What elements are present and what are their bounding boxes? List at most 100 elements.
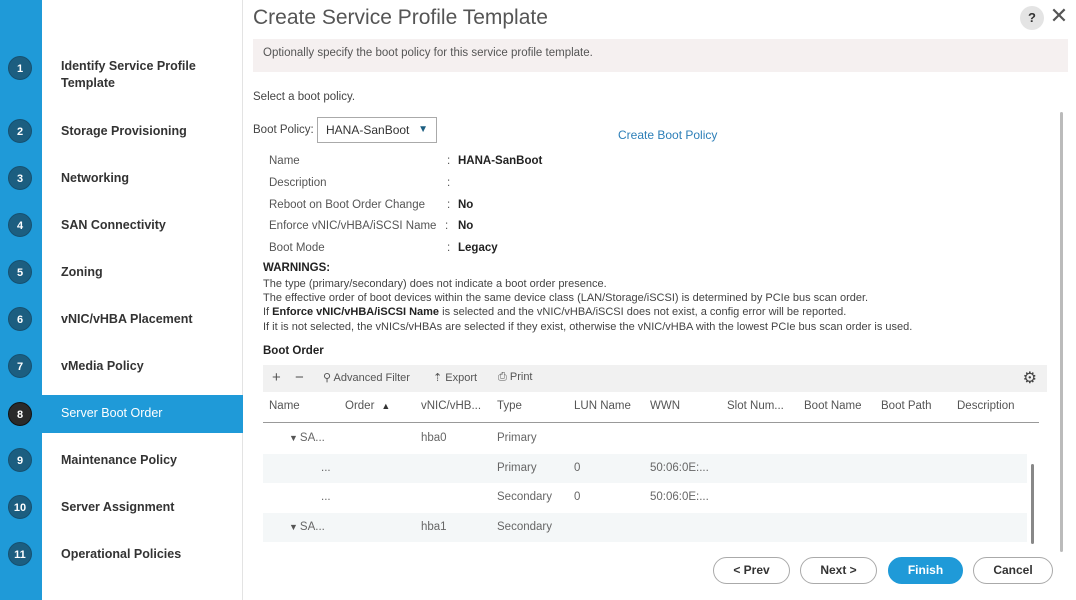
prop-boot-mode: Boot Mode : Legacy xyxy=(269,242,498,254)
export-icon: ⇡ xyxy=(433,372,443,384)
table-row[interactable]: ▼ SA... hba1 Secondary xyxy=(263,513,1027,542)
advanced-filter-button[interactable]: ⚲ Advanced Filter xyxy=(323,371,410,384)
create-boot-policy-link[interactable]: Create Boot Policy xyxy=(618,128,717,142)
step-number: 8 xyxy=(8,402,32,426)
step-operational-policies[interactable]: 11 Operational Policies xyxy=(8,535,243,573)
cell-name: ▼ SA... xyxy=(289,521,325,533)
grid-scrollbar[interactable] xyxy=(1031,464,1034,544)
step-number: 11 xyxy=(8,542,32,566)
gear-icon[interactable]: ⚙ xyxy=(1023,368,1037,388)
wizard-steps: 1 Identify Service Profile Template 2 St… xyxy=(8,0,243,600)
prop-value: No xyxy=(458,220,474,232)
warning-line: The type (primary/secondary) does not in… xyxy=(263,278,607,290)
sort-ascending-icon: ▲ xyxy=(381,401,391,411)
add-icon[interactable]: + xyxy=(272,369,281,386)
step-vmedia-policy[interactable]: 7 vMedia Policy xyxy=(8,347,243,385)
step-vnic-vhba-placement[interactable]: 6 vNIC/vHBA Placement xyxy=(8,300,243,338)
print-icon: ⎙ xyxy=(498,371,507,383)
finish-button[interactable]: Finish xyxy=(888,557,963,584)
prev-button[interactable]: < Prev xyxy=(713,557,790,584)
column-header[interactable]: Slot Num... xyxy=(727,400,784,412)
main-panel: Create Service Profile Template ? ✕ Opti… xyxy=(243,0,1076,600)
prop-value: Legacy xyxy=(458,242,498,254)
column-header[interactable]: Name xyxy=(269,400,300,412)
step-number: 5 xyxy=(8,260,32,284)
prop-description: Description : xyxy=(269,177,451,189)
prop-value: No xyxy=(458,199,474,211)
step-number: 9 xyxy=(8,448,32,472)
step-number: 7 xyxy=(8,354,32,378)
page-title: Create Service Profile Template xyxy=(253,6,548,29)
step-label: Storage Provisioning xyxy=(61,124,187,138)
step-maintenance-policy[interactable]: 9 Maintenance Policy xyxy=(8,441,243,479)
table-row[interactable]: ... Primary 0 50:06:0E:... xyxy=(263,454,1027,483)
expand-caret-icon[interactable]: ▼ xyxy=(289,433,298,443)
step-server-assignment[interactable]: 10 Server Assignment xyxy=(8,488,243,526)
step-zoning[interactable]: 5 Zoning xyxy=(8,253,243,291)
step-number: 1 xyxy=(8,56,32,80)
prop-key: Description xyxy=(269,177,327,189)
export-button[interactable]: ⇡ Export xyxy=(433,371,477,384)
prop-key: Enforce vNIC/vHBA/iSCSI Name xyxy=(269,220,437,232)
column-header[interactable]: WWN xyxy=(650,400,680,412)
select-prompt: Select a boot policy. xyxy=(253,91,356,103)
column-header[interactable]: Description xyxy=(957,400,1015,412)
prop-value: HANA-SanBoot xyxy=(458,155,543,167)
step-networking[interactable]: 3 Networking xyxy=(8,159,243,197)
step-label: Server Boot Order xyxy=(61,406,163,420)
boot-policy-value: HANA-SanBoot xyxy=(326,123,410,137)
column-header[interactable]: Boot Name xyxy=(804,400,862,412)
boot-order-title: Boot Order xyxy=(263,345,324,357)
boot-order-toolbar: + − ⚲ Advanced Filter ⇡ Export ⎙ Print ⚙ xyxy=(263,365,1047,392)
main-scrollbar[interactable] xyxy=(1060,112,1063,552)
cancel-button[interactable]: Cancel xyxy=(973,557,1053,584)
print-button[interactable]: ⎙ Print xyxy=(498,371,533,384)
step-san-connectivity[interactable]: 4 SAN Connectivity xyxy=(8,206,243,244)
prop-name: Name : HANA-SanBoot xyxy=(269,155,543,167)
step-label: Maintenance Policy xyxy=(61,453,178,467)
column-header-order[interactable]: Order ▲ xyxy=(345,400,390,412)
cell-name: ... xyxy=(321,462,331,474)
step-storage-provisioning[interactable]: 2 Storage Provisioning xyxy=(8,112,243,150)
step-identify-template[interactable]: 1 Identify Service Profile Template xyxy=(8,48,243,90)
column-header[interactable]: vNIC/vHB... xyxy=(421,400,481,412)
warning-line: The effective order of boot devices with… xyxy=(263,292,869,304)
info-banner: Optionally specify the boot policy for t… xyxy=(253,39,1068,72)
cell-vnic: hba0 xyxy=(421,432,447,444)
table-row[interactable]: ... Secondary 0 50:06:0E:... xyxy=(263,483,1027,512)
step-number: 6 xyxy=(8,307,32,331)
step-label: Zoning xyxy=(61,265,103,279)
column-header[interactable]: Boot Path xyxy=(881,400,932,412)
boot-order-grid: ▼ SA... hba0 Primary ... Primary 0 50:06:… xyxy=(263,424,1027,544)
column-header[interactable]: LUN Name xyxy=(574,400,631,412)
warning-line: If it is not selected, the vNICs/vHBAs a… xyxy=(263,321,913,333)
column-header[interactable]: Type xyxy=(497,400,522,412)
prop-enforce: Enforce vNIC/vHBA/iSCSI Name : No xyxy=(269,220,474,232)
help-button[interactable]: ? xyxy=(1020,6,1044,30)
step-label: Operational Policies xyxy=(61,547,182,561)
step-label: vMedia Policy xyxy=(61,359,144,373)
step-label: Identify Service Profile Template xyxy=(61,59,196,90)
cell-type: Secondary xyxy=(497,521,552,533)
cell-lun: 0 xyxy=(574,462,581,474)
prop-key: Name xyxy=(269,155,300,167)
prop-key: Boot Mode xyxy=(269,242,325,254)
cell-wwn: 50:06:0E:... xyxy=(650,491,709,503)
expand-caret-icon[interactable]: ▼ xyxy=(289,522,298,532)
step-number: 3 xyxy=(8,166,32,190)
warnings-title: WARNINGS: xyxy=(263,262,331,274)
table-row[interactable]: ▼ SA... hba0 Primary xyxy=(263,424,1027,453)
step-label: Server Assignment xyxy=(61,500,175,514)
boot-policy-select[interactable]: HANA-SanBoot ▼ xyxy=(317,117,437,143)
step-number: 2 xyxy=(8,119,32,143)
remove-icon[interactable]: − xyxy=(295,369,304,386)
step-number: 4 xyxy=(8,213,32,237)
close-icon[interactable]: ✕ xyxy=(1049,5,1069,27)
next-button[interactable]: Next > xyxy=(800,557,877,584)
boot-order-grid-header: Name Order ▲ vNIC/vHB... Type LUN Name WW… xyxy=(263,393,1039,423)
step-number: 10 xyxy=(8,495,32,519)
step-label: SAN Connectivity xyxy=(61,218,166,232)
step-server-boot-order[interactable]: 8 Server Boot Order xyxy=(8,395,243,433)
cell-type: Primary xyxy=(497,432,537,444)
cell-lun: 0 xyxy=(574,491,581,503)
